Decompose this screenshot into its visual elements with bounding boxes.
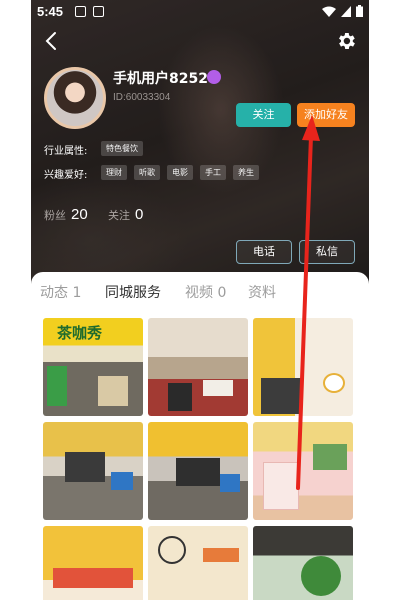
shop-sign-text: 茶咖秀	[57, 324, 103, 342]
fans-count: 20	[71, 206, 88, 223]
following-stat[interactable]: 关注 0	[108, 206, 143, 223]
add-friend-button[interactable]: 添加好友	[297, 103, 355, 127]
photo-tile[interactable]	[148, 526, 248, 600]
photo-tile[interactable]	[148, 422, 248, 520]
call-button[interactable]: 电话	[236, 240, 292, 264]
hobby-tag: 理财	[101, 165, 127, 180]
tab-activity[interactable]: 动态 1	[40, 282, 81, 302]
photo-tile[interactable]	[253, 422, 353, 520]
following-count: 0	[135, 206, 144, 223]
status-icons	[322, 5, 363, 17]
tab-videos[interactable]: 视频 0	[185, 282, 226, 302]
hobby-tag: 养生	[233, 165, 259, 180]
message-button[interactable]: 私信	[299, 240, 355, 264]
signal-icon	[341, 5, 351, 17]
fans-label: 粉丝	[44, 209, 66, 222]
battery-icon	[356, 5, 363, 17]
industry-label: 行业属性:	[44, 146, 88, 157]
status-time: 5:45	[37, 4, 64, 19]
hobby-tag: 手工	[200, 165, 226, 180]
vip-badge-icon	[207, 70, 221, 84]
photo-tile[interactable]	[253, 318, 353, 416]
status-bar: 5:45	[31, 0, 369, 24]
following-label: 关注	[108, 209, 130, 222]
tab-local-services[interactable]: 同城服务	[105, 282, 161, 302]
photo-tile[interactable]	[43, 422, 143, 520]
tab-profile-info[interactable]: 资料	[248, 282, 276, 302]
hobby-tag: 听歌	[134, 165, 160, 180]
photo-tile[interactable]	[148, 318, 248, 416]
notification-icon	[75, 6, 86, 17]
image-notification-icon	[93, 6, 104, 17]
photo-tile[interactable]	[253, 526, 353, 600]
photo-tile[interactable]: 茶咖秀	[43, 318, 143, 416]
industry-tag: 特色餐饮	[101, 141, 143, 156]
follow-button[interactable]: 关注	[236, 103, 291, 127]
settings-gear-icon[interactable]	[335, 30, 357, 52]
hobby-label: 兴趣爱好:	[44, 170, 88, 181]
username: 手机用户8252	[113, 71, 208, 87]
photo-tile[interactable]	[43, 526, 143, 600]
hobby-tag: 电影	[167, 165, 193, 180]
avatar[interactable]	[44, 67, 106, 129]
profile-screen: 5:45 手机用户8252 ID:60033304 关注 添加好友 行业属性: …	[31, 0, 369, 600]
user-id: ID:60033304	[113, 92, 171, 103]
back-arrow-icon[interactable]	[41, 30, 63, 52]
profile-tabs: 动态 1 同城服务 视频 0 资料	[31, 272, 369, 310]
fans-stat[interactable]: 粉丝 20	[44, 206, 88, 223]
wifi-icon	[322, 6, 336, 17]
